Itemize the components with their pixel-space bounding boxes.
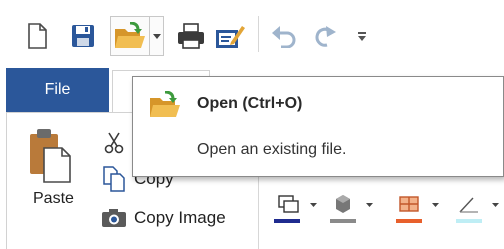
print-button[interactable] — [176, 20, 206, 52]
fill-color-button[interactable] — [330, 194, 376, 228]
tab-file[interactable]: File — [6, 68, 109, 112]
camera-icon — [98, 208, 130, 228]
cut-button[interactable] — [98, 128, 130, 158]
print-edit-button[interactable] — [214, 20, 246, 52]
new-document-icon — [28, 23, 47, 49]
chevron-down-icon[interactable] — [366, 203, 373, 207]
save-button[interactable] — [68, 20, 98, 52]
print-edit-icon — [216, 26, 245, 48]
new-document-button[interactable] — [24, 20, 50, 52]
border-color-icon — [396, 196, 422, 223]
chevron-down-icon[interactable] — [153, 34, 161, 39]
open-folder-icon — [115, 22, 145, 48]
text-color-icon — [274, 195, 300, 223]
tooltip-title: Open (Ctrl+O) — [197, 95, 303, 112]
tooltip-description: Open an existing file. — [197, 141, 347, 158]
scissors-icon — [98, 132, 130, 154]
print-icon — [178, 23, 204, 49]
open-split-divider — [149, 17, 150, 55]
line-color-button[interactable] — [456, 194, 504, 228]
copy-image-button[interactable]: Copy Image — [98, 203, 226, 233]
redo-icon — [315, 26, 336, 47]
undo-button[interactable] — [268, 20, 300, 52]
app-window: File Paste Copy Copy Image Open (Ctrl+O)… — [0, 0, 504, 249]
ribbon-group-separator — [258, 176, 259, 249]
copy-image-label: Copy Image — [134, 208, 226, 227]
chevron-down-icon[interactable] — [432, 203, 439, 207]
quick-access-toolbar — [0, 0, 504, 66]
paste-button[interactable]: Paste — [16, 124, 90, 224]
ribbon-border — [6, 112, 7, 249]
text-color-button[interactable] — [274, 194, 320, 228]
line-color-icon — [456, 197, 482, 223]
customize-toolbar-button[interactable] — [352, 20, 372, 52]
redo-button[interactable] — [310, 20, 340, 52]
paste-icon — [30, 129, 71, 183]
paste-label: Paste — [33, 190, 74, 207]
open-button[interactable] — [110, 16, 164, 56]
customize-toolbar-icon — [358, 32, 366, 41]
chevron-down-icon[interactable] — [310, 203, 317, 207]
copy-icon — [98, 166, 130, 192]
save-icon — [72, 25, 94, 47]
open-folder-icon — [150, 91, 180, 117]
undo-icon — [272, 26, 296, 48]
toolbar-separator — [258, 16, 259, 52]
fill-color-icon — [330, 195, 356, 223]
chevron-down-icon[interactable] — [492, 203, 499, 207]
open-tooltip: Open (Ctrl+O) Open an existing file. — [132, 76, 504, 177]
border-color-button[interactable] — [396, 194, 442, 228]
